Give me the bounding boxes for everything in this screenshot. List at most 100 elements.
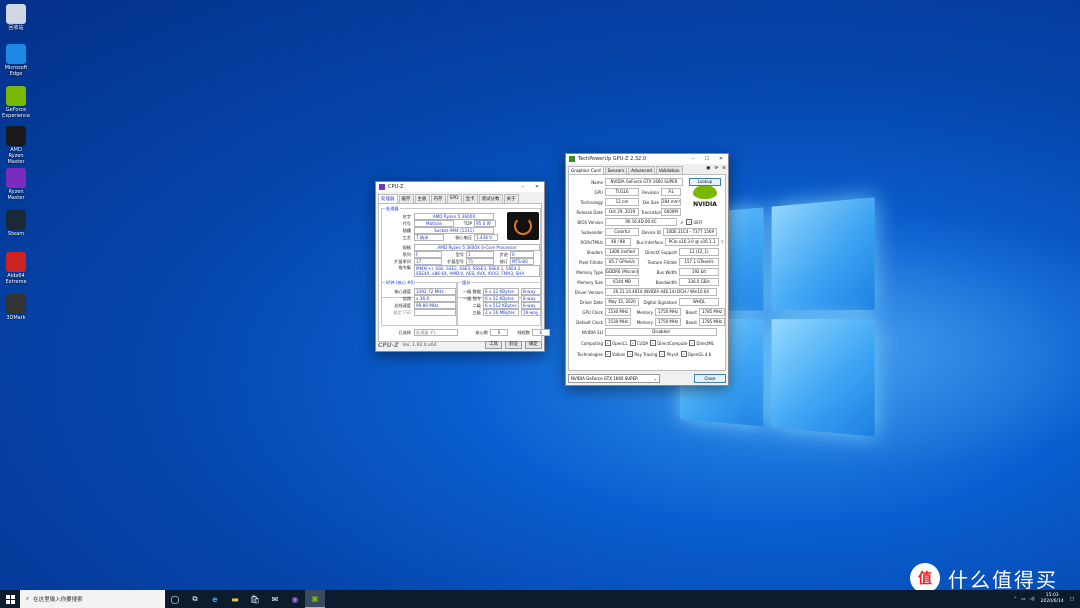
desktop-icon[interactable]: AMD Ryzen Master — [2, 126, 30, 165]
vcore-label: 核心电压 — [444, 235, 472, 241]
tray-chevron-icon[interactable]: ⌃ — [1013, 597, 1017, 602]
minimize-icon[interactable]: – — [686, 156, 700, 162]
start-button[interactable] — [0, 590, 20, 608]
help-icon[interactable]: ? — [721, 240, 723, 245]
notification-icon[interactable]: ▢ — [1070, 597, 1074, 602]
cpuz-taskbar-icon[interactable]: ◉ — [285, 590, 305, 608]
network-icon[interactable]: ▭ — [1021, 597, 1025, 602]
l1i-value: 6 x 32 KBytes — [483, 295, 519, 302]
subvendor-value: Colorful — [605, 228, 639, 236]
family-value: F — [414, 251, 442, 258]
technologies-label: Technologies — [569, 352, 605, 357]
ok-button[interactable]: 确定 — [525, 341, 542, 349]
extfamily-label: 扩展系列 — [383, 259, 411, 265]
desktop-icon-label: Ryzen Master — [2, 189, 30, 201]
store-icon[interactable]: 🛍 — [245, 590, 265, 608]
validate-button[interactable]: 验证 — [505, 341, 522, 349]
taskbar-app-icon[interactable]: ⧉ — [185, 590, 205, 608]
desktop-app-icon — [6, 252, 26, 272]
maximize-icon[interactable]: ☐ — [700, 156, 714, 162]
default-clock-value: 1530 MHz — [605, 318, 631, 326]
gpu-label: GPU — [569, 190, 605, 195]
tab-spd[interactable]: SPD — [447, 194, 462, 203]
cpuz-tabs: 处理器 缓存 主板 内存 SPD 显卡 测试分数 关于 — [378, 194, 542, 203]
desktop-icon-label: Steam — [2, 231, 30, 237]
desktop-icon[interactable]: 回收站 — [2, 4, 30, 31]
bandwidth-label: Bandwidth — [639, 280, 679, 285]
date: 2020/6/14 — [1041, 599, 1064, 605]
spec-label: 规格 — [383, 245, 411, 251]
close-icon[interactable]: ✕ — [714, 156, 728, 162]
texture-fillrate-value: 157.1 GTexel/s — [679, 258, 719, 266]
opencl-checkbox: ✓ OpenCL — [605, 340, 628, 346]
lookup-button[interactable]: Lookup — [689, 178, 721, 186]
close-icon[interactable]: ✕ — [530, 184, 544, 190]
transistors-value: 6600M — [661, 208, 681, 216]
l2-way: 8-way — [521, 302, 541, 309]
driver-date-label: Driver Date — [569, 300, 605, 305]
tab-bench[interactable]: 测试分数 — [479, 194, 503, 203]
close-button[interactable]: Close — [694, 374, 726, 383]
menu-icon[interactable]: ≡ — [722, 166, 726, 174]
desktop-icon[interactable]: Aida64 Extreme — [2, 252, 30, 285]
tab-validation[interactable]: Validation — [656, 166, 683, 174]
tab-cache[interactable]: 缓存 — [399, 194, 414, 203]
desktop-icon[interactable]: GeForce Experience — [2, 86, 30, 119]
tab-sensors[interactable]: Sensors — [605, 166, 628, 174]
cpuz-footer: CPU-Z Ver. 1.92.0.x64 工具 验证 确定 — [378, 340, 542, 350]
volume-icon[interactable]: ◁) — [1029, 597, 1034, 602]
task-view-icon[interactable]: ◯ — [165, 590, 185, 608]
cache-group-title: 缓存 — [461, 280, 471, 286]
tab-about[interactable]: 关于 — [504, 194, 519, 203]
l2-value: 6 x 512 KBytes — [483, 302, 519, 309]
tab-mainboard[interactable]: 主板 — [415, 194, 430, 203]
cpuz-window[interactable]: CPU-Z – ✕ 处理器 缓存 主板 内存 SPD 显卡 测试分数 关于 处理… — [375, 181, 545, 352]
bios-version-label: BIOS Version — [569, 220, 605, 225]
extmodel-label: 扩展型号 — [442, 259, 464, 265]
minimize-icon[interactable]: – — [516, 184, 530, 190]
tab-processor[interactable]: 处理器 — [378, 194, 398, 203]
file-explorer-icon[interactable]: ▬ — [225, 590, 245, 608]
shaders-value: 1408 Unified — [605, 248, 639, 256]
gpuz-taskbar-icon[interactable]: ▣ — [305, 590, 325, 608]
tab-memory[interactable]: 内存 — [431, 194, 446, 203]
memory-type-label: Memory Type — [569, 270, 605, 275]
name-label: 名字 — [383, 214, 411, 220]
gpuz-titlebar[interactable]: TechPowerUp GPU-Z 2.32.0 – ☐ ✕ — [566, 154, 728, 164]
device-id-value: 10DE 21C4 - 7377 1569 — [663, 228, 717, 236]
edge-icon[interactable]: e — [205, 590, 225, 608]
mult-value: x 36.0 — [414, 295, 456, 302]
corespeed-value: 3392.72 MHz — [414, 288, 456, 295]
revision-value: MTS-B0 — [510, 258, 534, 265]
tools-button[interactable]: 工具 — [485, 341, 502, 349]
refresh-icon[interactable]: ⟳ — [714, 166, 718, 174]
desktop-icon[interactable]: 3DMark — [2, 294, 30, 321]
tech-label: 工艺 — [383, 235, 411, 241]
processor-select[interactable]: 处理器 #1 — [414, 329, 458, 336]
gpu-name-value: NVIDIA GeForce GTX 1660 SUPER — [605, 178, 683, 186]
instr-label: 指令集 — [383, 265, 411, 271]
desktop-icon[interactable]: Ryzen Master — [2, 168, 30, 201]
camera-icon[interactable]: ▣ — [706, 166, 710, 174]
mail-icon[interactable]: ✉ — [265, 590, 285, 608]
gpu-select[interactable]: NVIDIA GeForce GTX 1660 SUPER ⌄ — [568, 374, 660, 383]
gpu-clock-value: 1530 MHz — [605, 308, 631, 316]
tab-graphics-card[interactable]: Graphics Card — [568, 166, 604, 174]
share-icon[interactable]: ⇗ — [680, 220, 683, 225]
tab-advanced[interactable]: Advanced — [628, 166, 655, 174]
memory-clock-value: 1750 MHz — [655, 308, 681, 316]
desktop-icon[interactable]: Microsoft Edge — [2, 44, 30, 77]
tab-graphics[interactable]: 显卡 — [463, 194, 478, 203]
l2-label: 二级 — [459, 303, 481, 309]
gpuz-graphics-panel: NVIDIA Name NVIDIA GeForce GTX 1660 SUPE… — [568, 174, 726, 371]
l1d-way: 8-way — [521, 288, 541, 295]
cpuz-titlebar[interactable]: CPU-Z – ✕ — [376, 182, 544, 192]
clock[interactable]: 15:03 2020/6/14 — [1041, 593, 1064, 605]
memory-size-value: 6144 MB — [605, 278, 639, 286]
search-box[interactable]: ⌕ 在这里输入你要搜索 — [20, 590, 165, 608]
cpuz-brand: CPU-Z — [378, 342, 399, 349]
desktop-icon[interactable]: Steam — [2, 210, 30, 237]
directx-label: DirectX Support — [639, 250, 679, 255]
gpuz-window[interactable]: TechPowerUp GPU-Z 2.32.0 – ☐ ✕ Graphics … — [565, 153, 729, 386]
memory-type-value: GDDR6 (Micron) — [605, 268, 639, 276]
